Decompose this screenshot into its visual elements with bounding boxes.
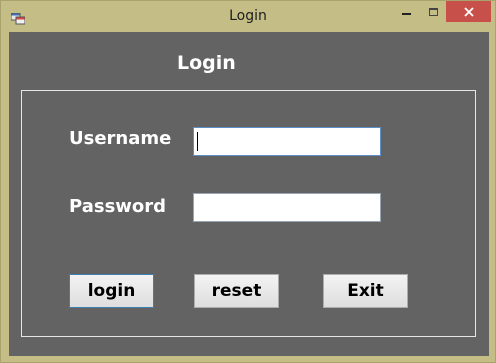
maximize-icon [428, 7, 438, 16]
text-caret [197, 132, 198, 151]
close-button[interactable] [446, 1, 491, 22]
password-label: Password [69, 196, 167, 217]
username-label: Username [69, 128, 172, 149]
maximize-button[interactable] [420, 1, 446, 22]
login-button[interactable]: login [69, 274, 154, 308]
form-heading: Login [177, 52, 236, 74]
title-bar[interactable]: Login [1, 1, 495, 31]
reset-button[interactable]: reset [194, 274, 279, 308]
login-window: Login Login Username Password login rese… [0, 0, 496, 363]
exit-button[interactable]: Exit [323, 274, 408, 308]
password-field[interactable] [193, 193, 381, 222]
client-area: Login Username Password login reset Exit [9, 32, 489, 356]
username-field[interactable] [193, 127, 381, 156]
close-icon [463, 6, 474, 17]
minimize-icon [402, 12, 411, 15]
minimize-button[interactable] [393, 1, 420, 22]
